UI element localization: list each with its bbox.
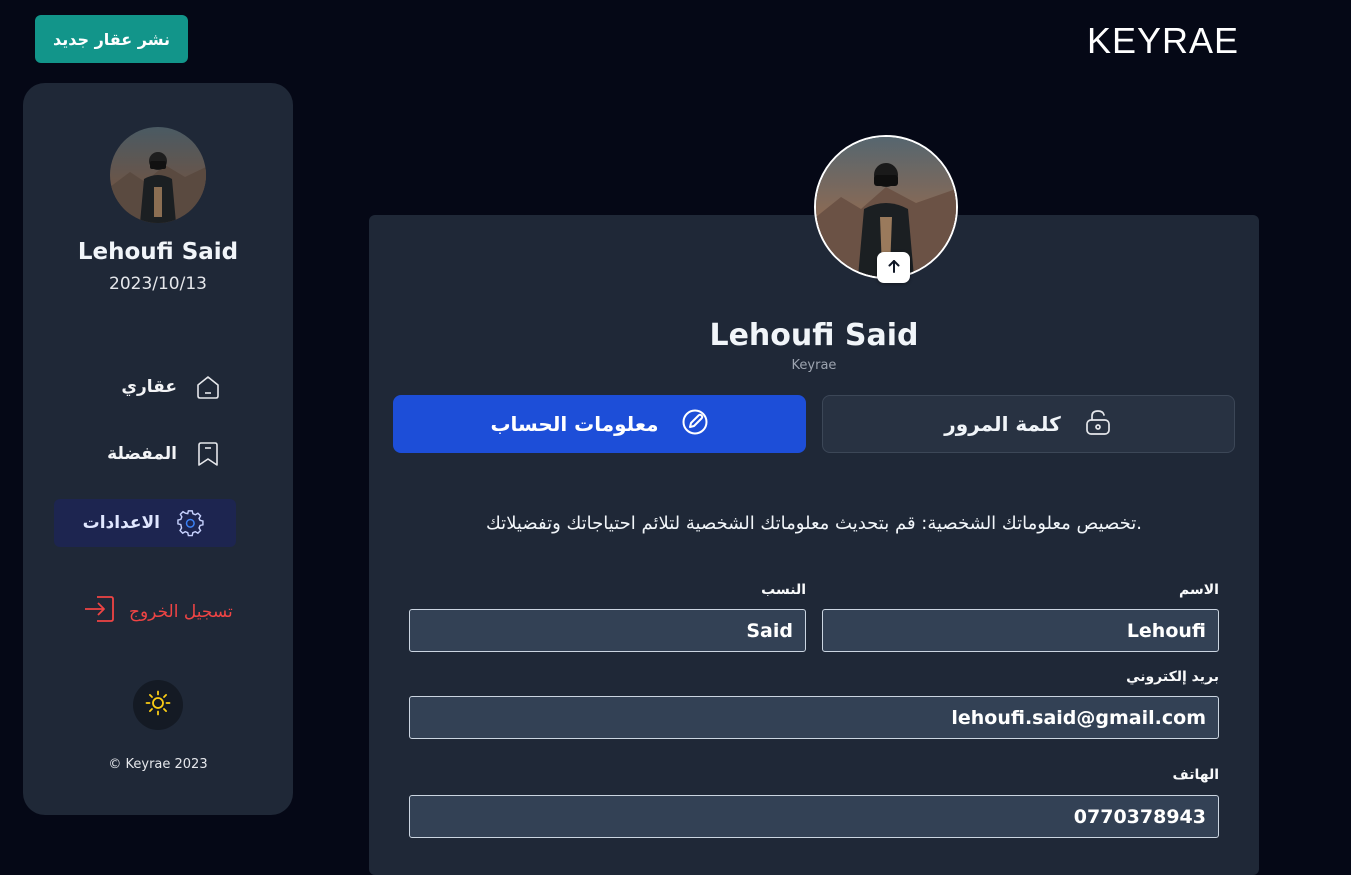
sidebar-item-my-properties[interactable]: عقاري bbox=[83, 363, 223, 411]
phone-label: الهاتف bbox=[1172, 767, 1219, 783]
logout-label: تسجيل الخروج bbox=[129, 601, 233, 622]
tab-account-label: معلومات الحساب bbox=[490, 412, 659, 436]
sidebar-user-name: Lehoufi Said bbox=[77, 239, 239, 265]
avatar bbox=[110, 127, 206, 223]
sun-icon bbox=[145, 690, 171, 720]
arrow-up-icon bbox=[886, 258, 902, 278]
email-label: بريد إلكتروني bbox=[1126, 669, 1219, 685]
sidebar: Lehoufi Said 2023/10/13 عقاري المفضلة ال… bbox=[23, 83, 293, 815]
intro-text: .تخصيص معلوماتك الشخصية: قم بتحديث معلوم… bbox=[486, 513, 1142, 534]
publish-property-button[interactable]: نشر عقار جديد bbox=[35, 15, 188, 63]
profile-name: Lehoufi Said bbox=[709, 318, 919, 353]
tab-password-label: كلمة المرور bbox=[944, 412, 1061, 436]
lock-icon bbox=[1083, 407, 1113, 442]
tab-password[interactable]: كلمة المرور bbox=[822, 395, 1235, 453]
last-name-field[interactable] bbox=[409, 609, 806, 652]
upload-avatar-button[interactable] bbox=[877, 252, 910, 283]
theme-toggle-button[interactable] bbox=[133, 680, 183, 730]
sidebar-item-favorites[interactable]: المفضلة bbox=[83, 430, 223, 478]
sidebar-item-settings[interactable]: الاعدادات bbox=[54, 499, 236, 547]
copyright-text: © Keyrae 2023 bbox=[108, 757, 208, 772]
gear-icon bbox=[176, 508, 206, 538]
profile-subtitle: Keyrae bbox=[791, 358, 837, 373]
phone-field[interactable] bbox=[409, 795, 1219, 838]
sidebar-item-label: الاعدادات bbox=[82, 513, 160, 533]
brand-logo[interactable]: KEYRAE bbox=[1087, 20, 1239, 62]
sidebar-item-label: عقاري bbox=[121, 377, 177, 397]
email-field[interactable] bbox=[409, 696, 1219, 739]
home-icon bbox=[193, 372, 223, 402]
sidebar-user-date: 2023/10/13 bbox=[109, 274, 207, 294]
last-name-label: النسب bbox=[761, 582, 806, 598]
avatar-photo-icon bbox=[110, 127, 206, 223]
sidebar-item-label: المفضلة bbox=[107, 444, 177, 464]
tab-account-info[interactable]: معلومات الحساب bbox=[393, 395, 806, 453]
edit-pen-icon bbox=[681, 408, 709, 441]
first-name-label: الاسم bbox=[1179, 582, 1219, 598]
bookmark-icon bbox=[193, 439, 223, 469]
logout-button[interactable]: تسجيل الخروج bbox=[83, 593, 233, 630]
first-name-field[interactable] bbox=[822, 609, 1219, 652]
logout-icon bbox=[83, 593, 117, 630]
